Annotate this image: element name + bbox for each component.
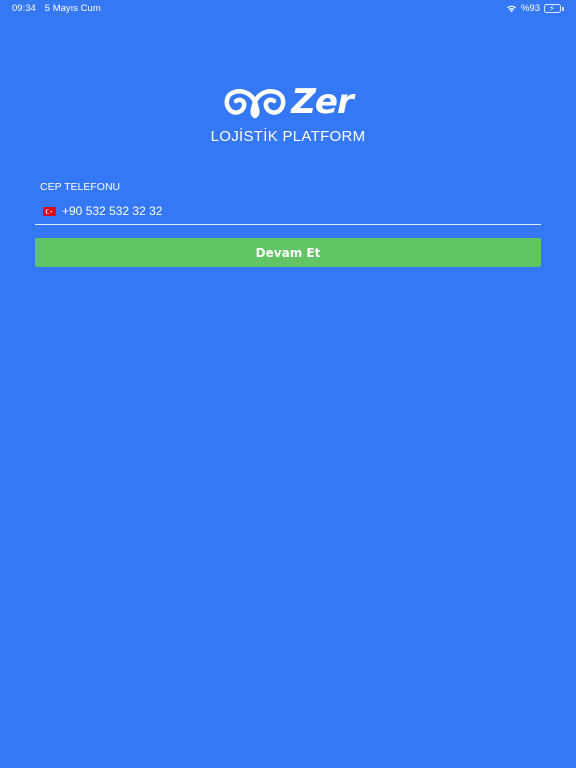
status-bar: 09:34 5 Mayıs Cum %93 ⚡ [0, 0, 576, 18]
brand-subtitle: LOJİSTİK PLATFORM [210, 128, 366, 145]
status-right: %93 ⚡ [506, 3, 564, 14]
phone-label: CEP TELEFONU [40, 181, 121, 193]
status-date: 5 Mayıs Cum [44, 3, 101, 14]
wifi-icon [506, 5, 517, 13]
brand-name: Zer [291, 82, 353, 122]
phone-field[interactable] [35, 198, 541, 225]
brand-logo: Zer [0, 85, 576, 119]
status-left: 09:34 5 Mayıs Cum [12, 3, 101, 14]
battery-percentage: %93 [520, 3, 540, 14]
zer-logo-mark-icon [224, 89, 286, 119]
status-time: 09:34 [12, 3, 36, 14]
phone-input[interactable] [62, 204, 502, 218]
battery-charging-icon: ⚡ [544, 4, 564, 14]
turkey-flag-icon[interactable] [43, 206, 56, 216]
continue-button[interactable]: Devam Et [35, 238, 541, 267]
